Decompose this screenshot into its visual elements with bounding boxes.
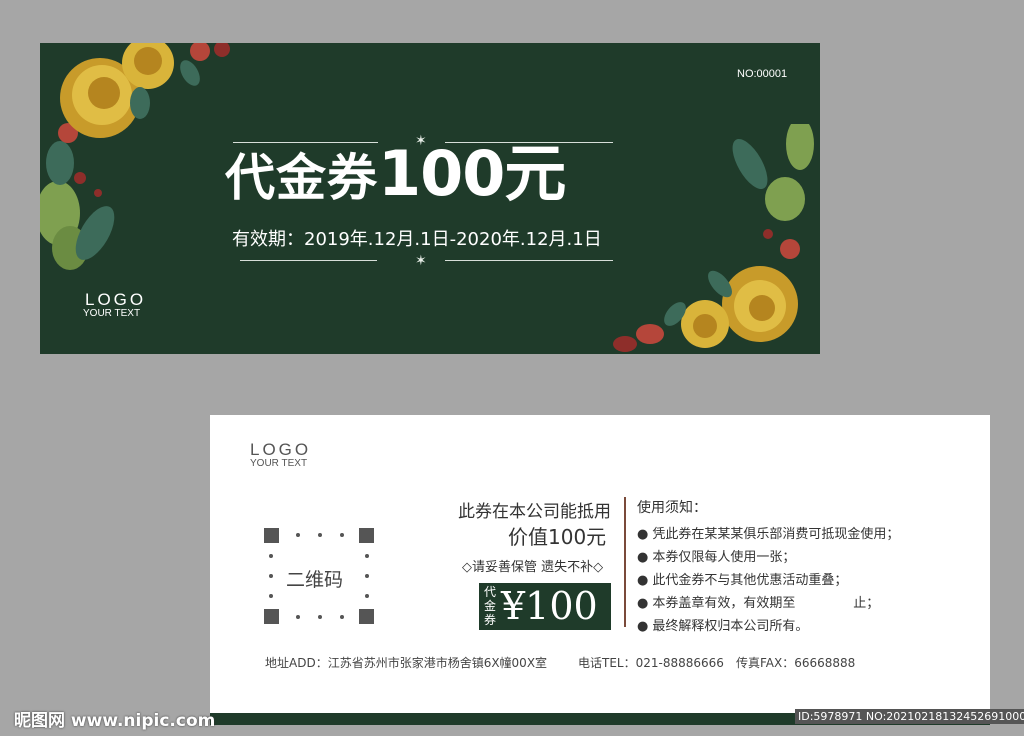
qr-dot	[365, 574, 369, 578]
qr-dot	[269, 574, 273, 578]
note-item: 凭此券在某某某俱乐部消费可抵现金使用；	[637, 523, 899, 546]
qr-dot	[365, 594, 369, 598]
qr-dot	[269, 594, 273, 598]
note-item: 本券盖章有效，有效期至 止；	[637, 592, 899, 615]
note-item: 此代金券不与其他优惠活动重叠；	[637, 569, 899, 592]
price-tag-label: 代金券	[484, 585, 497, 627]
vertical-divider	[624, 497, 626, 627]
validity-period: 有效期：2019年.12月.1日-2020年.12月.1日	[232, 229, 602, 250]
note-item: 最终解释权归本公司所有。	[637, 615, 899, 638]
title-main: 代金券	[225, 149, 378, 207]
qr-dot	[365, 554, 369, 558]
title-amount: 100元	[378, 137, 566, 210]
fax: 传真FAX：66668888	[736, 656, 856, 670]
notes-title: 使用须知：	[637, 500, 707, 516]
divider-bottom-right	[445, 260, 613, 261]
front-logo: LOGO	[85, 290, 147, 309]
voucher-front: NO:00001 ✶ 代金券100元 有效期：2019年.12月.1日-2020…	[40, 43, 820, 354]
qr-corner	[359, 609, 374, 624]
qr-dot	[296, 533, 300, 537]
floral-decoration-bottom-right	[613, 124, 814, 352]
qr-corner	[264, 528, 279, 543]
price-amount: ¥100	[501, 584, 598, 628]
price-tag: 代金券 ¥100	[479, 583, 611, 630]
back-logo: LOGO	[250, 440, 312, 459]
usage-line-2: 价值100元	[508, 525, 607, 549]
watermark-id: ID:5978971 NO:20210218132452691000	[795, 709, 1024, 724]
keep-safe-note: ◇请妥善保管 遗失不补◇	[462, 560, 604, 575]
address: 地址ADD：江苏省苏州市张家港市杨舍镇6X幢00X室	[265, 656, 548, 670]
qr-dot	[296, 615, 300, 619]
watermark-site: 昵图网 www.nipic.com	[14, 711, 216, 731]
qr-dot	[340, 615, 344, 619]
qr-code-placeholder: 二维码	[264, 528, 374, 624]
qr-dot	[318, 615, 322, 619]
qr-dot	[269, 554, 273, 558]
note-item: 本券仅限每人使用一张；	[637, 546, 899, 569]
serial-number: NO:00001	[737, 68, 788, 80]
star-icon: ✶	[415, 253, 427, 269]
qr-label: 二维码	[286, 569, 344, 591]
voucher-back: LOGO YOUR TEXT 二维码 此券在本公司能抵用 价值100元 ◇请妥善…	[210, 415, 990, 725]
divider-bottom-left	[240, 260, 377, 261]
back-logo-subtext: YOUR TEXT	[250, 458, 308, 469]
voucher-title: 代金券100元	[225, 143, 566, 207]
qr-corner	[359, 528, 374, 543]
qr-dot	[318, 533, 322, 537]
usage-notes: 使用须知： 凭此券在某某某俱乐部消费可抵现金使用； 本券仅限每人使用一张； 此代…	[637, 497, 899, 638]
usage-line-1: 此券在本公司能抵用	[458, 502, 611, 522]
telephone: 电话TEL：021-88886666	[578, 656, 724, 670]
qr-corner	[264, 609, 279, 624]
qr-dot	[340, 533, 344, 537]
front-logo-subtext: YOUR TEXT	[83, 308, 141, 319]
